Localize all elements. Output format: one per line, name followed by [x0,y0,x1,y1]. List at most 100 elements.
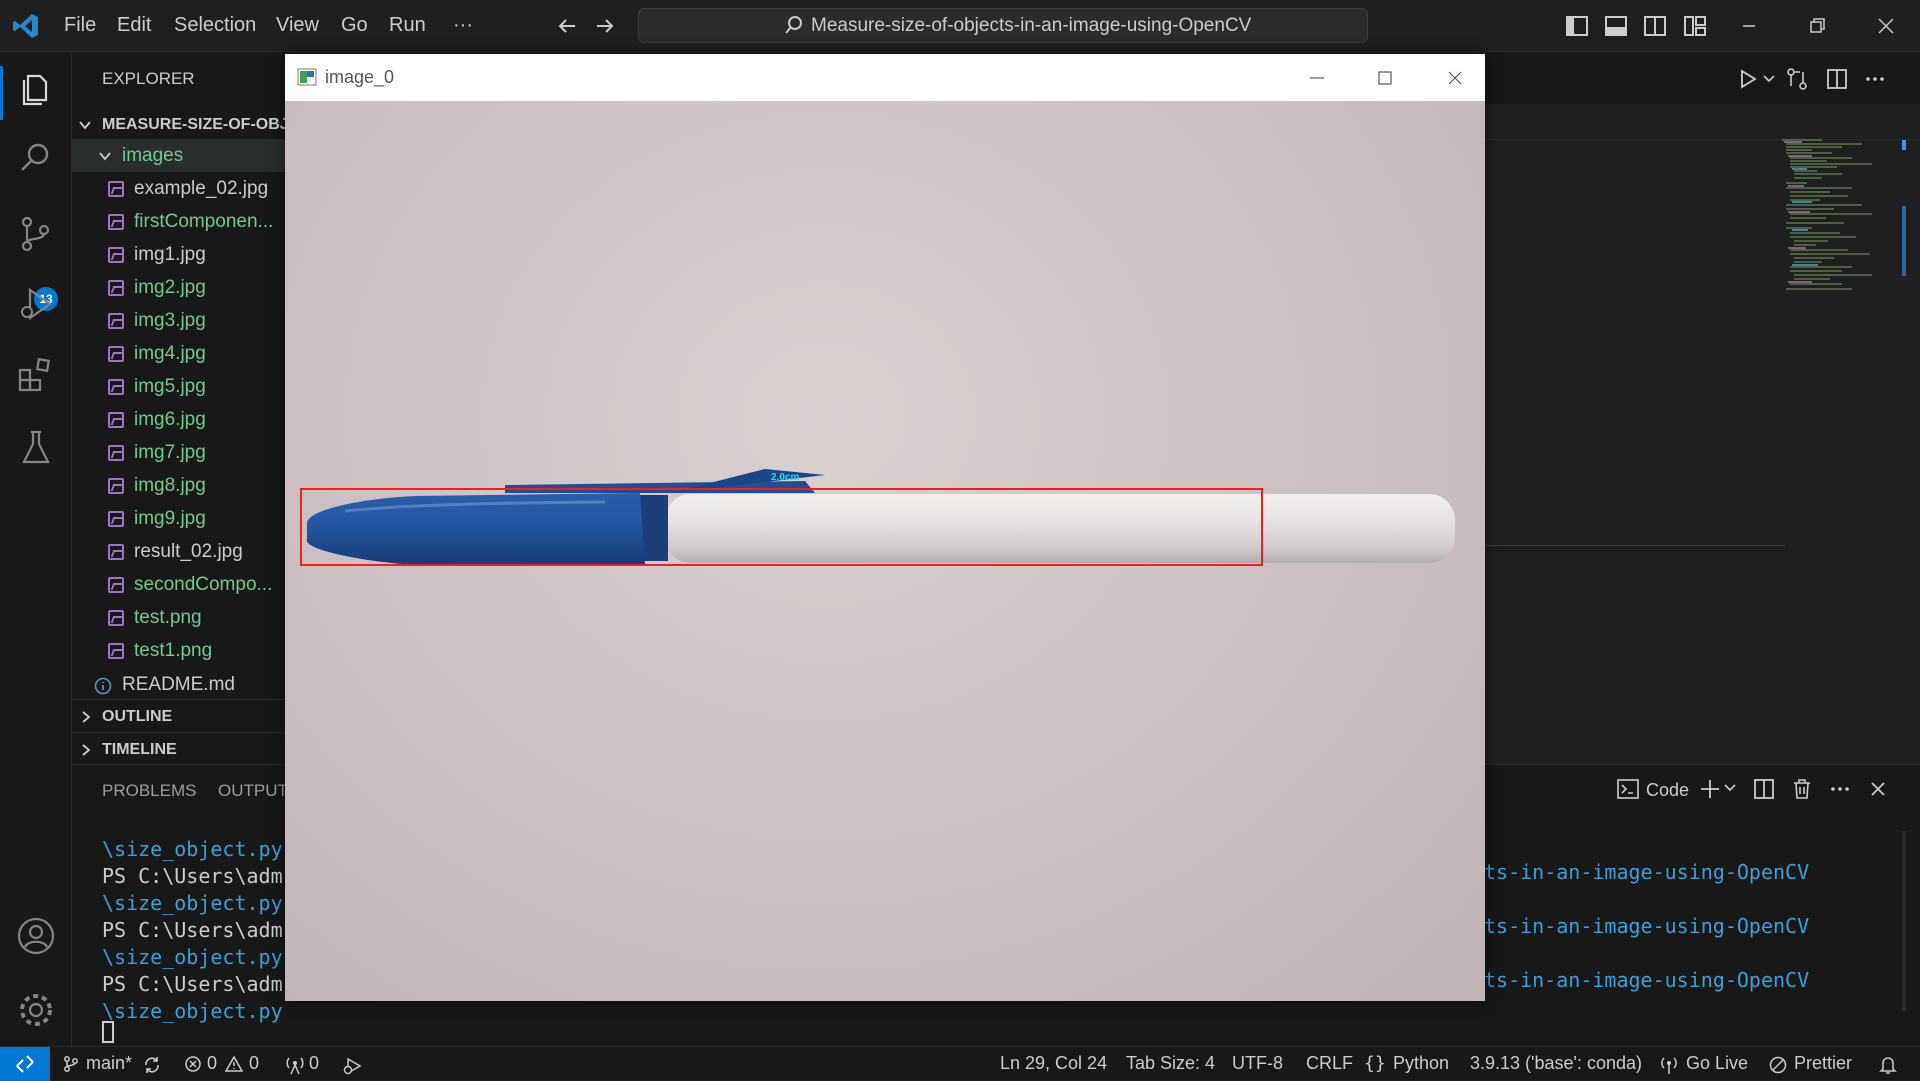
compare-changes-icon[interactable] [1785,67,1809,91]
file-row[interactable]: img2.jpg [72,271,285,304]
source-control-icon[interactable] [14,212,58,256]
file-row[interactable]: img6.jpg [72,403,285,436]
accounts-icon[interactable] [14,914,58,958]
close-window-icon[interactable] [1870,10,1902,42]
terminal-name[interactable]: Code [1646,780,1689,801]
explorer-icon[interactable] [14,66,58,110]
go-live-button[interactable]: Go Live [1686,1053,1748,1074]
file-row[interactable]: img1.jpg [72,238,285,271]
tab-size[interactable]: Tab Size: 4 [1126,1053,1215,1074]
file-row[interactable]: img5.jpg [72,370,285,403]
remote-indicator[interactable] [0,1047,50,1081]
menu-view[interactable]: View [276,14,319,37]
file-row[interactable]: img7.jpg [72,436,285,469]
error-count[interactable]: 0 [207,1053,217,1074]
file-name: result_02.jpg [134,541,243,562]
outline-section[interactable]: OUTLINE [72,699,285,732]
more-actions-icon[interactable] [1863,67,1887,91]
more-actions-icon[interactable] [1828,777,1852,801]
explorer-title: EXPLORER [102,69,195,88]
search-icon[interactable] [14,136,58,180]
split-editor-icon[interactable] [1825,67,1849,91]
maximize-window-icon[interactable] [1371,64,1399,92]
file-name: img1.jpg [134,244,206,265]
toggle-primary-sidebar-icon[interactable] [1565,14,1589,38]
file-name: img8.jpg [134,475,206,496]
image-file-icon [108,643,124,659]
terminal-scrollbar[interactable] [1902,831,1906,1011]
file-row[interactable]: example_02.jpg [72,172,285,205]
file-row[interactable]: test.png [72,601,285,634]
end-of-line[interactable]: CRLF [1306,1053,1353,1074]
file-row[interactable]: img4.jpg [72,337,285,370]
branch-name[interactable]: main* [86,1053,132,1074]
run-and-debug-icon[interactable] [14,282,58,326]
cursor-position[interactable]: Ln 29, Col 24 [1000,1053,1107,1074]
explorer-sidebar: EXPLORER MEASURE-SIZE-OF-OBJ images exam… [72,52,285,764]
close-window-icon[interactable] [1441,64,1469,92]
back-arrow-icon[interactable] [556,15,578,37]
testing-flask-icon[interactable] [14,426,58,470]
python-interpreter[interactable]: 3.9.13 ('base': conda) [1470,1053,1642,1074]
file-row[interactable]: secondCompo... [72,568,285,601]
image-file-icon [108,577,124,593]
chevron-right-icon [82,711,91,723]
toggle-secondary-sidebar-icon[interactable] [1643,14,1667,38]
opencv-window-titlebar[interactable]: image_0 [285,54,1485,101]
customize-layout-icon[interactable] [1683,14,1707,38]
image-file-icon [108,511,124,527]
warning-count[interactable]: 0 [249,1053,259,1074]
trash-icon[interactable] [1790,777,1814,801]
settings-gear-icon[interactable] [14,988,58,1032]
chevron-down-icon[interactable] [1724,783,1736,793]
tab-problems[interactable]: PROBLEMS [102,781,196,801]
menu-edit[interactable]: Edit [117,14,151,37]
menu-go[interactable]: Go [341,14,368,37]
image-file-icon [108,181,124,197]
new-terminal-plus-icon[interactable] [1698,777,1722,801]
chevron-down-icon[interactable] [1763,74,1775,84]
menu-run[interactable]: Run [389,14,426,37]
opencv-image-window[interactable]: image_0 2.0cm [285,54,1485,1001]
image-file-icon [108,214,124,230]
file-row[interactable]: img8.jpg [72,469,285,502]
split-terminal-icon[interactable] [1752,777,1776,801]
encoding[interactable]: UTF-8 [1232,1053,1283,1074]
ports-count[interactable]: 0 [309,1053,319,1074]
file-name: test.png [134,607,202,628]
project-root-row[interactable]: MEASURE-SIZE-OF-OBJ [72,108,285,141]
file-row[interactable]: img3.jpg [72,304,285,337]
menu-selection[interactable]: Selection [174,14,256,37]
close-panel-icon[interactable] [1866,777,1890,801]
terminal-cursor [102,1021,114,1043]
extensions-icon[interactable] [14,354,58,398]
notifications-bell-icon[interactable] [1878,1054,1898,1076]
forward-arrow-icon[interactable] [594,15,616,37]
readme-row[interactable]: README.md [72,668,285,701]
minimize-window-icon[interactable] [1303,64,1331,92]
file-row[interactable]: test1.png [72,634,285,667]
toggle-panel-icon[interactable] [1604,14,1628,38]
restore-window-icon[interactable] [1801,10,1833,42]
language-mode[interactable]: Python [1393,1053,1449,1074]
image-file-icon [108,544,124,560]
file-row[interactable]: firstComponen... [72,205,285,238]
run-python-file-icon[interactable] [1737,68,1759,90]
sync-icon[interactable] [142,1055,162,1075]
scrollbar-thumb[interactable] [1902,206,1906,276]
terminal-icon [1617,779,1639,799]
folder-images-row[interactable]: images [72,139,285,172]
warning-icon [224,1055,244,1072]
command-center-search[interactable]: Measure-size-of-objects-in-an-image-usin… [638,8,1368,43]
file-row[interactable]: result_02.jpg [72,535,285,568]
timeline-section[interactable]: TIMELINE [72,732,285,764]
file-row[interactable]: img9.jpg [72,502,285,535]
minimize-window-icon[interactable] [1733,10,1765,42]
menu-more[interactable]: ··· [453,14,473,37]
terminal-line: PS C:\Users\adm [102,918,283,942]
prettier-button[interactable]: Prettier [1794,1053,1852,1074]
menu-file[interactable]: File [64,14,96,37]
minimap[interactable] [1782,138,1902,318]
debug-icon[interactable] [342,1055,364,1075]
tab-output[interactable]: OUTPUT [218,781,288,801]
